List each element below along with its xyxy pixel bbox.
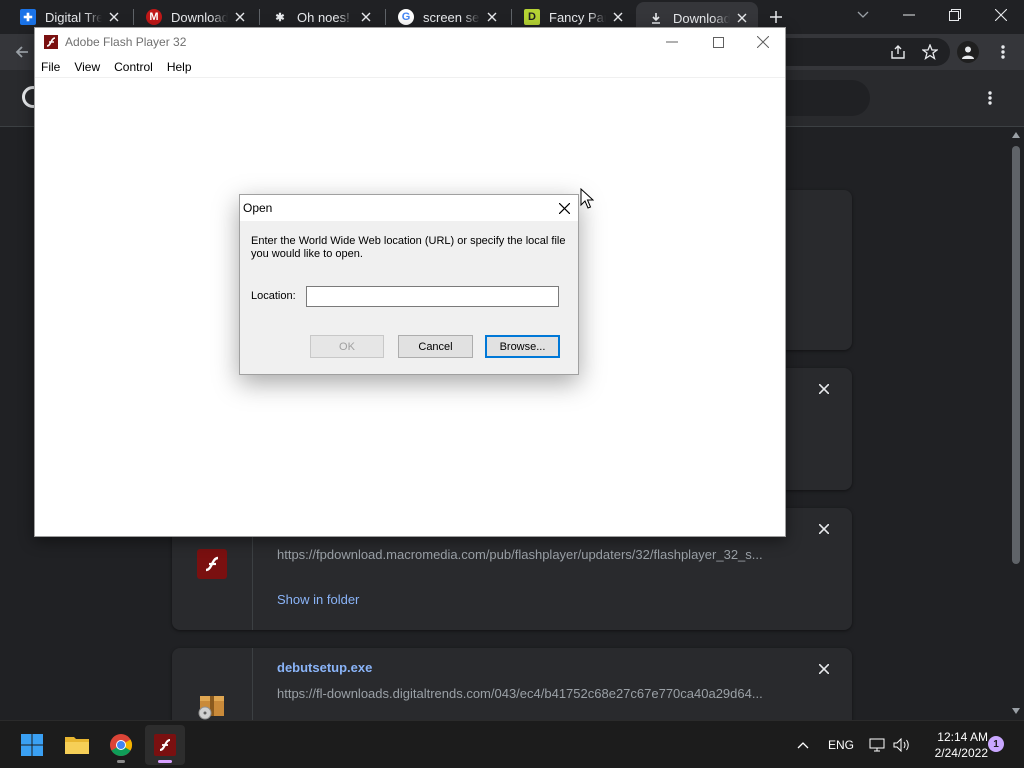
tab-title: Digital Trends xyxy=(45,9,102,25)
windows-taskbar: ENG 12:14 AM 2/24/2022 xyxy=(0,720,1024,768)
menu-control[interactable]: Control xyxy=(114,60,160,74)
card-divider xyxy=(252,648,253,720)
bug-icon: ✱ xyxy=(275,11,285,24)
share-icon[interactable] xyxy=(886,40,910,64)
close-icon[interactable] xyxy=(610,9,626,25)
menu-view[interactable]: View xyxy=(74,60,107,74)
system-clock[interactable]: 12:14 AM 2/24/2022 xyxy=(920,729,988,761)
dialog-close-icon[interactable] xyxy=(556,200,572,216)
language-indicator[interactable]: ENG xyxy=(828,721,854,768)
show-in-folder-link[interactable]: Show in folder xyxy=(277,592,359,607)
close-icon[interactable] xyxy=(484,9,500,25)
flash-window-title: Adobe Flash Player 32 xyxy=(65,35,187,49)
tab-title: Download xyxy=(171,9,228,25)
chrome-taskbar-button[interactable] xyxy=(101,725,141,765)
fancy-pants-icon: D xyxy=(524,9,540,25)
menu-file[interactable]: File xyxy=(41,60,67,74)
ok-button[interactable]: OK xyxy=(310,335,384,358)
browse-button[interactable]: Browse... xyxy=(485,335,560,358)
location-label: Location: xyxy=(251,290,296,302)
restore-button[interactable] xyxy=(932,0,978,30)
digital-trends-icon: ✚ xyxy=(20,9,36,25)
downloads-more-actions-icon[interactable] xyxy=(980,88,1000,108)
remove-download-icon[interactable] xyxy=(816,521,832,537)
tab-title: Oh noes! xyxy=(297,9,350,25)
location-input[interactable] xyxy=(306,286,559,307)
close-icon[interactable] xyxy=(232,9,248,25)
close-icon[interactable] xyxy=(734,10,750,26)
close-icon[interactable] xyxy=(358,9,374,25)
scroll-up-arrow-icon[interactable] xyxy=(1012,132,1020,138)
scroll-down-arrow-icon[interactable] xyxy=(1012,708,1020,714)
google-icon: G xyxy=(398,9,414,25)
clock-date: 2/24/2022 xyxy=(934,746,988,760)
close-icon[interactable] xyxy=(106,9,122,25)
volume-icon[interactable] xyxy=(893,721,911,768)
tab-title: screen settings xyxy=(423,9,480,25)
tab-search-button[interactable] xyxy=(840,0,886,30)
flash-close-button[interactable] xyxy=(740,28,786,56)
download-url: https://fpdownload.macromedia.com/pub/fl… xyxy=(277,547,763,562)
dialog-message: Enter the World Wide Web location (URL) … xyxy=(251,235,566,260)
bookmark-star-icon[interactable] xyxy=(918,40,942,64)
flash-icon xyxy=(44,35,58,49)
menu-help[interactable]: Help xyxy=(167,60,199,74)
start-button[interactable] xyxy=(12,725,52,765)
notification-badge[interactable]: 1 xyxy=(988,736,1004,752)
profile-avatar[interactable] xyxy=(957,41,979,63)
remove-download-icon[interactable] xyxy=(816,381,832,397)
scrollbar-thumb[interactable] xyxy=(1012,146,1020,564)
back-button[interactable] xyxy=(10,40,34,64)
flash-icon xyxy=(197,549,227,579)
mcafee-icon: M xyxy=(146,9,162,25)
page-scrollbar[interactable] xyxy=(1008,128,1024,720)
windows-logo-icon xyxy=(21,734,43,756)
flash-maximize-button[interactable] xyxy=(695,28,741,56)
folder-icon xyxy=(65,737,89,754)
network-icon[interactable] xyxy=(869,721,887,768)
tab-title: Downloads xyxy=(673,10,730,26)
dialog-title: Open xyxy=(243,201,273,215)
running-indicator xyxy=(158,760,172,763)
chrome-icon xyxy=(110,734,132,756)
installer-icon xyxy=(196,690,228,720)
open-dialog: Open Enter the World Wide Web location (… xyxy=(239,194,579,375)
chrome-menu-icon[interactable] xyxy=(991,40,1015,64)
tab-title: Fancy Pants xyxy=(549,9,606,25)
download-filename[interactable]: debutsetup.exe xyxy=(277,660,372,675)
clock-time: 12:14 AM xyxy=(937,730,988,744)
show-hidden-icons-button[interactable] xyxy=(797,721,815,768)
running-indicator xyxy=(117,760,125,763)
remove-download-icon[interactable] xyxy=(816,661,832,677)
flash-taskbar-button[interactable] xyxy=(145,725,185,765)
mouse-cursor-icon xyxy=(580,188,594,209)
flash-menu-bar: File View Control Help xyxy=(35,56,785,78)
flash-icon xyxy=(154,734,176,756)
minimize-button[interactable] xyxy=(886,0,932,30)
dialog-title-bar[interactable]: Open xyxy=(240,195,578,221)
cancel-button[interactable]: Cancel xyxy=(398,335,473,358)
flash-minimize-button[interactable] xyxy=(649,28,695,56)
download-icon xyxy=(648,10,664,26)
file-explorer-button[interactable] xyxy=(57,725,97,765)
download-url: https://fl-downloads.digitaltrends.com/0… xyxy=(277,686,763,701)
new-tab-button[interactable] xyxy=(766,7,786,27)
close-window-button[interactable] xyxy=(978,0,1024,30)
download-item-debutsetup: debutsetup.exe https://fl-downloads.digi… xyxy=(172,648,852,720)
